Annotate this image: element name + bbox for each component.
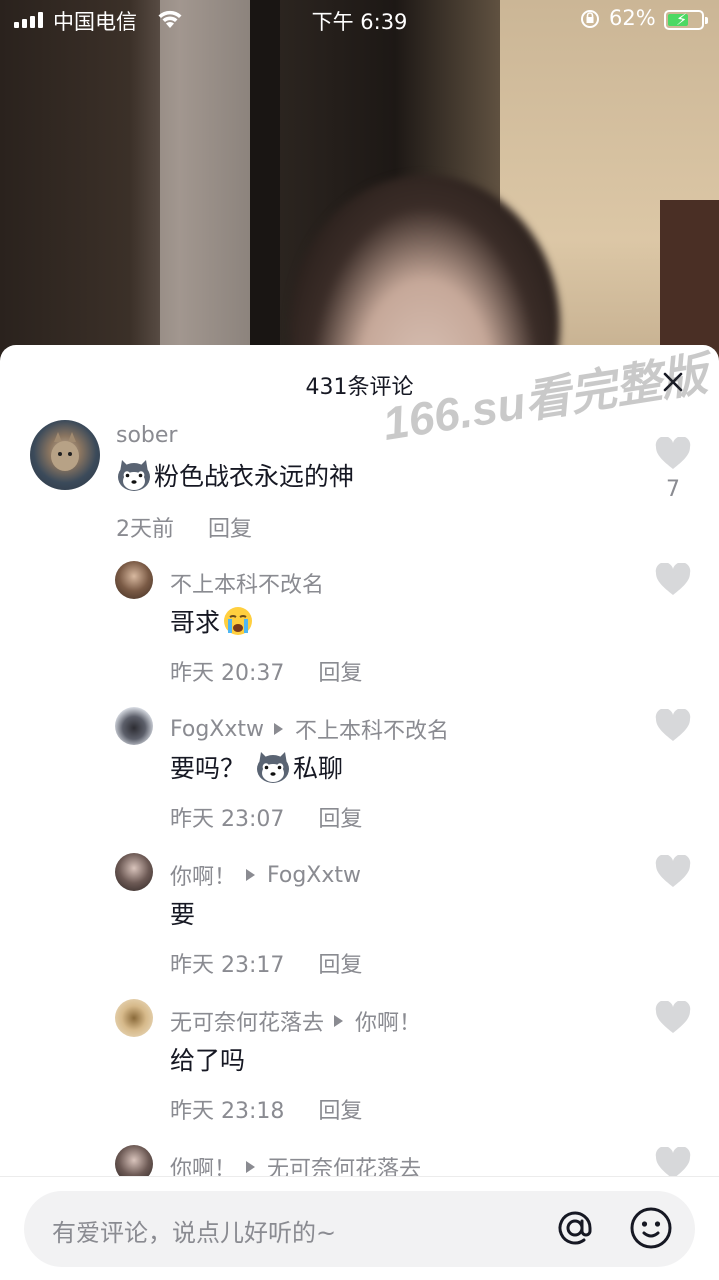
heart-icon[interactable]: [655, 563, 691, 597]
avatar[interactable]: [30, 420, 100, 490]
heart-icon[interactable]: [655, 709, 691, 743]
comment-username[interactable]: 你啊！ FogXxtw: [170, 859, 361, 891]
reply-arrow-icon: [274, 723, 284, 735]
comment-text: 哥求: [170, 603, 254, 639]
heart-icon[interactable]: [655, 437, 691, 471]
avatar[interactable]: [115, 707, 153, 745]
comment-input-bar: 有爱评论，说点儿好听的~: [0, 1176, 719, 1280]
reply-to-username[interactable]: FogXxtw: [267, 863, 361, 888]
comment-text: 要吗？ 私聊: [170, 749, 343, 785]
reply-button[interactable]: 回复: [318, 953, 362, 978]
comment-text: 给了吗: [170, 1046, 246, 1075]
reply-button[interactable]: 回复: [208, 517, 252, 542]
reply-arrow-icon: [246, 869, 256, 881]
heart-icon[interactable]: [655, 1001, 691, 1035]
at-icon[interactable]: [552, 1205, 598, 1251]
heart-icon[interactable]: [655, 855, 691, 889]
comment-meta: 昨天 20:37 回复: [170, 655, 362, 687]
crying-emoji-icon: [222, 605, 254, 637]
comment-username[interactable]: FogXxtw 不上本科不改名: [170, 713, 449, 745]
comment-meta: 昨天 23:17 回复: [170, 947, 362, 979]
comment-time: 昨天 23:07: [170, 807, 285, 832]
video-background[interactable]: [0, 0, 719, 400]
reply-to-username[interactable]: 你啊！: [355, 1005, 421, 1037]
video-door: [160, 0, 250, 400]
reply-button[interactable]: 回复: [318, 1099, 362, 1124]
smiley-icon[interactable]: [628, 1205, 674, 1251]
comment-time: 2天前: [116, 517, 174, 542]
comment-input-placeholder: 有爱评论，说点儿好听的~: [52, 1219, 337, 1247]
comment-username[interactable]: 不上本科不改名: [170, 567, 324, 599]
reply-button[interactable]: 回复: [318, 661, 362, 686]
status-bar: 中国电信 下午 6:39 62% ⚡: [0, 0, 719, 40]
reply-to-username[interactable]: 不上本科不改名: [295, 713, 449, 745]
comment-text: 要: [170, 900, 196, 929]
avatar[interactable]: [115, 999, 153, 1037]
comment-username[interactable]: sober: [116, 423, 177, 448]
reply-arrow-icon: [246, 1161, 256, 1173]
comment-username[interactable]: 无可奈何花落去 你啊！: [170, 1005, 421, 1037]
like-count: 7: [666, 477, 680, 502]
battery-percent: 62%: [609, 6, 656, 30]
comment-meta: 昨天 23:18 回复: [170, 1093, 362, 1125]
comment-meta: 昨天 23:07 回复: [170, 801, 362, 833]
rotation-lock-icon: [581, 10, 599, 28]
battery-icon: ⚡: [664, 10, 708, 30]
comment-input[interactable]: 有爱评论，说点儿好听的~: [24, 1191, 695, 1267]
close-icon[interactable]: [658, 367, 688, 397]
comment-text: 粉色战衣永远的神: [116, 457, 354, 493]
husky-emoji-icon: [116, 458, 152, 492]
husky-emoji-icon: [255, 750, 291, 784]
comment-meta: 2天前 回复: [116, 511, 252, 543]
comment-count-title: 431条评论: [305, 375, 414, 400]
comment-time: 昨天 23:17: [170, 953, 285, 978]
comment-sheet: 431条评论 166.su看完整版 sober 粉色战衣永远的神 2天前 回复 7…: [0, 345, 719, 1280]
avatar[interactable]: [115, 561, 153, 599]
reply-button[interactable]: 回复: [318, 807, 362, 832]
reply-arrow-icon: [334, 1015, 344, 1027]
comment-time: 昨天 20:37: [170, 661, 285, 686]
video-door-shadow: [250, 0, 280, 400]
comment-time: 昨天 23:18: [170, 1099, 285, 1124]
avatar[interactable]: [115, 853, 153, 891]
